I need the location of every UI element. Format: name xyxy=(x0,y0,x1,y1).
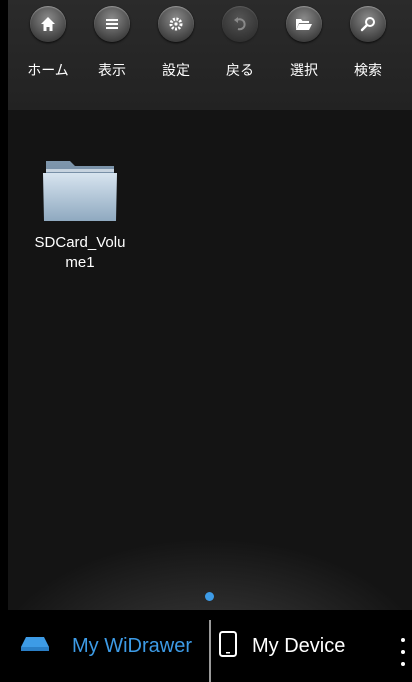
tab-my-device-label: My Device xyxy=(252,634,346,657)
settings-button[interactable]: 設定 xyxy=(144,6,208,80)
select-label: 選択 xyxy=(290,63,318,79)
overflow-menu-icon[interactable] xyxy=(398,638,408,666)
tab-my-widrawer[interactable]: My WiDrawer xyxy=(8,610,208,682)
search-button[interactable]: 検索 xyxy=(336,6,400,80)
page-indicator-dot xyxy=(205,592,214,601)
home-icon xyxy=(30,6,66,42)
home-label: ホーム xyxy=(27,63,69,79)
view-label: 表示 xyxy=(98,63,126,79)
list-icon xyxy=(94,6,130,42)
search-label: 検索 xyxy=(354,63,382,79)
phone-icon xyxy=(218,630,238,662)
tab-my-device[interactable]: My Device xyxy=(212,610,412,682)
search-icon xyxy=(350,6,386,42)
folder-item[interactable]: SDCard_Volume1 xyxy=(30,155,130,273)
toolbar: ホーム 表示 設定 戻る 選択 検索 xyxy=(8,0,412,110)
folder-name: SDCard_Volume1 xyxy=(34,234,126,271)
folder-icon xyxy=(40,155,120,225)
settings-label: 設定 xyxy=(162,63,190,79)
bottom-tab-bar: My WiDrawer My Device xyxy=(8,610,412,682)
select-button[interactable]: 選択 xyxy=(272,6,336,80)
home-button[interactable]: ホーム xyxy=(16,6,80,80)
gear-icon xyxy=(158,6,194,42)
screen: ホーム 表示 設定 戻る 選択 検索 SDCard_Volume1 My WiD… xyxy=(8,0,412,682)
back-label: 戻る xyxy=(226,63,254,79)
back-icon xyxy=(222,6,258,42)
tab-divider xyxy=(209,620,211,682)
drive-icon xyxy=(20,634,50,658)
back-button[interactable]: 戻る xyxy=(208,6,272,80)
folder-open-icon xyxy=(286,6,322,42)
view-button[interactable]: 表示 xyxy=(80,6,144,80)
tab-my-widrawer-label: My WiDrawer xyxy=(72,634,192,657)
